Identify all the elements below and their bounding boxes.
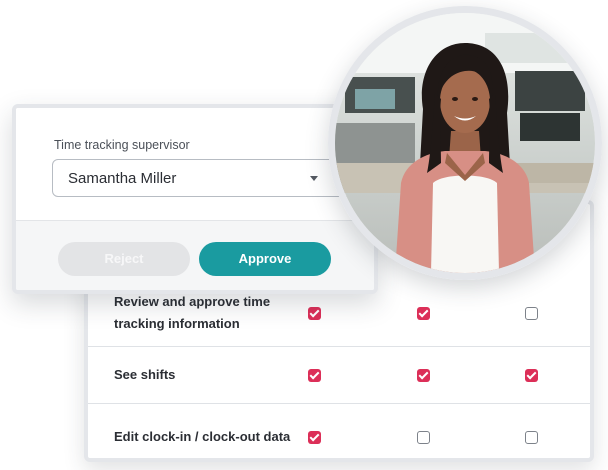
checkbox-unchecked[interactable] bbox=[525, 430, 538, 444]
permission-label: See shifts bbox=[114, 367, 176, 382]
checkbox-checked[interactable] bbox=[525, 368, 538, 382]
avatar bbox=[328, 6, 602, 280]
permission-row: Edit clock-in / clock-out data bbox=[88, 403, 590, 470]
supervisor-field-label: Time tracking supervisor bbox=[54, 138, 190, 152]
checkbox-unchecked[interactable] bbox=[417, 430, 430, 444]
permission-label: Edit clock-in / clock-out data bbox=[114, 429, 291, 444]
approve-button[interactable]: Approve bbox=[199, 242, 331, 276]
approval-actions: Reject Approve bbox=[16, 221, 374, 290]
checkbox-checked[interactable] bbox=[417, 368, 430, 382]
checkbox-checked[interactable] bbox=[417, 306, 430, 320]
supervisor-select[interactable]: Samantha Miller bbox=[52, 159, 352, 197]
supervisor-section: Time tracking supervisor Samantha Miller bbox=[16, 108, 374, 221]
checkbox-checked[interactable] bbox=[308, 368, 321, 382]
checkbox-unchecked[interactable] bbox=[525, 306, 538, 320]
checkbox-checked[interactable] bbox=[308, 306, 321, 320]
permission-label: Review and approve time tracking informa… bbox=[114, 294, 271, 331]
checkbox-checked[interactable] bbox=[308, 430, 321, 444]
permission-row: See shifts bbox=[88, 346, 590, 403]
approval-card: Time tracking supervisor Samantha Miller… bbox=[12, 104, 378, 294]
chevron-down-icon[interactable] bbox=[310, 176, 318, 181]
user-photo bbox=[335, 13, 595, 273]
supervisor-select-value: Samantha Miller bbox=[68, 170, 177, 187]
permissions-table: Review and approve time tracking informa… bbox=[88, 280, 590, 470]
reject-button[interactable]: Reject bbox=[58, 242, 190, 276]
